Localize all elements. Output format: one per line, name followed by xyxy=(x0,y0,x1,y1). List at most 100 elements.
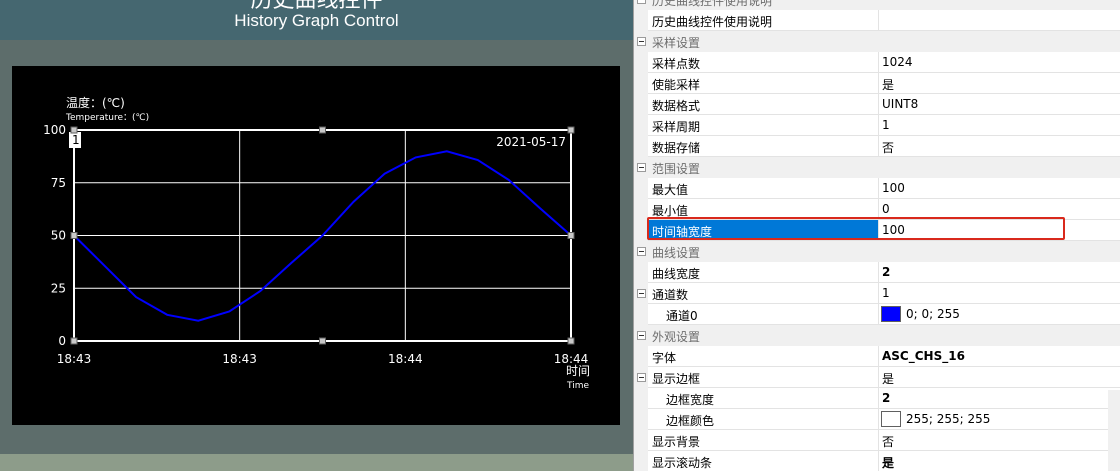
property-name-cell[interactable]: 时间轴宽度 xyxy=(648,220,879,241)
property-row[interactable]: 显示滚动条 是 xyxy=(634,451,1120,471)
property-row[interactable]: 曲线宽度 2 xyxy=(634,262,1120,283)
property-grid[interactable]: 历史曲线控件使用说明 历史曲线控件使用说明 采样设置 采样点数 1024 使能采样是数据格… xyxy=(633,0,1120,471)
row-margin xyxy=(634,136,648,157)
history-graph-control[interactable]: 温度：(℃) Temperature：(℃) 0 25 50 75 100 18:43 1… xyxy=(12,66,620,425)
property-value: 1 xyxy=(882,118,890,132)
category-row[interactable]: 曲线设置 xyxy=(634,241,1120,262)
scrollbar[interactable] xyxy=(1108,390,1120,471)
property-name-cell[interactable]: 最小值 xyxy=(648,199,879,220)
property-row[interactable]: 通道0 0; 0; 255 xyxy=(634,304,1120,325)
property-row[interactable]: 数据存储 否 xyxy=(634,136,1120,157)
banner: 历史曲线控件 History Graph Control xyxy=(0,0,633,40)
property-name: 数据格式 xyxy=(652,99,701,113)
property-row[interactable]: 采样点数 1024 xyxy=(634,52,1120,73)
resize-handle[interactable] xyxy=(70,232,78,239)
property-name-cell[interactable]: 通道0 xyxy=(648,304,879,325)
property-value-cell[interactable]: 否 xyxy=(879,136,1120,157)
property-name-cell[interactable]: 采样周期 xyxy=(648,115,879,136)
collapse-icon[interactable] xyxy=(637,331,646,340)
property-value-cell[interactable]: 100 xyxy=(879,178,1120,199)
property-value-cell[interactable]: ASC_CHS_16 xyxy=(879,346,1120,367)
property-row[interactable]: 通道数 1 xyxy=(634,283,1120,304)
property-name-cell[interactable]: 数据存储 xyxy=(648,136,879,157)
color-swatch[interactable] xyxy=(881,306,901,322)
property-value-cell[interactable]: 2 xyxy=(879,388,1120,409)
resize-handle[interactable] xyxy=(319,337,326,345)
property-name-cell[interactable]: 字体 xyxy=(648,346,879,367)
property-row[interactable]: 采样周期 1 xyxy=(634,115,1120,136)
property-value-cell[interactable] xyxy=(879,10,1120,31)
property-name-cell[interactable]: 边框宽度 xyxy=(648,388,879,409)
color-swatch[interactable] xyxy=(881,411,901,427)
category-label: 采样设置 xyxy=(652,36,701,50)
property-row[interactable]: 时间轴宽度 100 xyxy=(634,220,1120,241)
property-row[interactable]: 边框宽度 2 xyxy=(634,388,1120,409)
row-margin xyxy=(634,388,648,409)
collapse-icon[interactable] xyxy=(637,289,646,298)
property-name: 采样点数 xyxy=(652,57,701,71)
property-row[interactable]: 使能采样 是 xyxy=(634,73,1120,94)
property-name-cell[interactable]: 显示背景 xyxy=(648,430,879,451)
collapse-icon[interactable] xyxy=(637,0,646,4)
property-value-cell[interactable]: 255; 255; 255 xyxy=(879,409,1120,430)
collapse-icon[interactable] xyxy=(637,373,646,382)
property-name-cell[interactable]: 曲线宽度 xyxy=(648,262,879,283)
property-value-cell[interactable]: 100 xyxy=(879,220,1120,241)
date-label: 2021-05-17 xyxy=(496,135,566,149)
resize-handle[interactable] xyxy=(567,337,575,345)
property-row[interactable]: 最大值 100 xyxy=(634,178,1120,199)
property-value-cell[interactable]: 0; 0; 255 xyxy=(879,304,1120,325)
property-value-cell[interactable]: 1024 xyxy=(879,52,1120,73)
property-value-cell[interactable]: 是 xyxy=(879,73,1120,94)
row-margin xyxy=(634,409,648,430)
property-row[interactable]: 边框颜色 255; 255; 255 xyxy=(634,409,1120,430)
property-value: 是 xyxy=(882,456,895,470)
resize-handle[interactable] xyxy=(567,232,575,239)
property-name-cell[interactable]: 数据格式 xyxy=(648,94,879,115)
y-unit-cn: 温度：(℃) xyxy=(66,95,125,110)
property-name-cell[interactable]: 最大值 xyxy=(648,178,879,199)
collapse-icon[interactable] xyxy=(637,163,646,172)
property-value-cell[interactable]: 是 xyxy=(879,367,1120,388)
property-name-cell[interactable]: 显示滚动条 xyxy=(648,451,879,471)
collapse-icon[interactable] xyxy=(637,247,646,256)
property-value-cell[interactable]: 是 xyxy=(879,451,1120,471)
property-value: UINT8 xyxy=(882,97,919,111)
property-row[interactable]: 历史曲线控件使用说明 xyxy=(634,10,1120,31)
y-tick-label: 25 xyxy=(51,281,66,295)
property-value-cell[interactable]: 否 xyxy=(879,430,1120,451)
property-value-cell[interactable]: 0 xyxy=(879,199,1120,220)
row-margin xyxy=(634,73,648,94)
property-value: 否 xyxy=(882,141,895,155)
property-name-cell[interactable]: 使能采样 xyxy=(648,73,879,94)
y-tick-labels: 0 25 50 75 100 xyxy=(43,123,66,348)
category-row[interactable]: 历史曲线控件使用说明 xyxy=(634,0,1120,10)
property-value-cell[interactable]: UINT8 xyxy=(879,94,1120,115)
property-name-cell[interactable]: 通道数 xyxy=(648,283,879,304)
category-row[interactable]: 采样设置 xyxy=(634,31,1120,52)
property-name: 字体 xyxy=(652,351,677,365)
resize-handle[interactable] xyxy=(70,126,78,134)
property-value-cell[interactable]: 1 xyxy=(879,115,1120,136)
resize-handle[interactable] xyxy=(567,126,575,134)
property-value-cell[interactable]: 1 xyxy=(879,283,1120,304)
property-name-cell[interactable]: 显示边框 xyxy=(648,367,879,388)
property-value: 2 xyxy=(882,391,891,405)
category-row[interactable]: 外观设置 xyxy=(634,325,1120,346)
resize-handle[interactable] xyxy=(319,126,326,134)
property-row[interactable]: 字体 ASC_CHS_16 xyxy=(634,346,1120,367)
property-row[interactable]: 数据格式 UINT8 xyxy=(634,94,1120,115)
property-name-cell[interactable]: 采样点数 xyxy=(648,52,879,73)
collapse-icon[interactable] xyxy=(637,37,646,46)
x-unit-cn: 时间 xyxy=(566,364,590,378)
property-name-cell[interactable]: 历史曲线控件使用说明 xyxy=(648,10,879,31)
property-row[interactable]: 显示边框 是 xyxy=(634,367,1120,388)
property-value-cell[interactable]: 2 xyxy=(879,262,1120,283)
property-name-cell[interactable]: 边框颜色 xyxy=(648,409,879,430)
property-row[interactable]: 最小值 0 xyxy=(634,199,1120,220)
resize-handle[interactable] xyxy=(70,337,78,345)
y-tick-label: 75 xyxy=(51,176,66,190)
row-margin xyxy=(634,199,648,220)
property-row[interactable]: 显示背景 否 xyxy=(634,430,1120,451)
category-row[interactable]: 范围设置 xyxy=(634,157,1120,178)
